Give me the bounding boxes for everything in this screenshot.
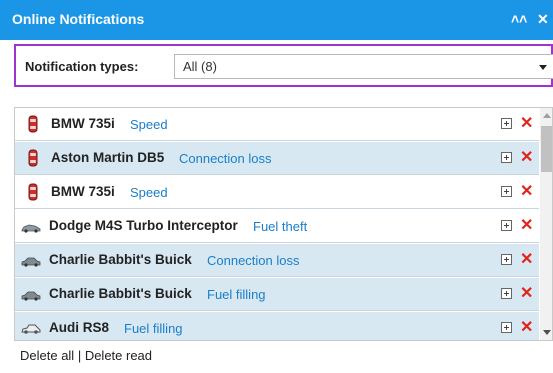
delete-x-icon[interactable]: ✕: [520, 149, 533, 167]
delete-read-link[interactable]: Delete read: [85, 348, 152, 363]
close-icon[interactable]: ✕: [537, 11, 549, 27]
event-type: Connection loss: [207, 253, 300, 268]
notifications-window: Online Notifications ˄˄ ✕ Notification t…: [0, 0, 553, 373]
delete-x-icon[interactable]: ✕: [520, 115, 533, 133]
event-type: Connection loss: [179, 151, 272, 166]
double-chevron-up-icon[interactable]: ˄˄: [511, 11, 527, 27]
car-icon: [28, 115, 38, 133]
filter-label: Notification types:: [25, 59, 139, 74]
expand-plus-icon[interactable]: [501, 152, 512, 163]
sedan-icon: [21, 289, 41, 305]
car-icon: [28, 149, 38, 167]
vehicle-name: Audi RS8: [49, 320, 110, 335]
notification-row[interactable]: Dodge M4S Turbo Interceptor Fuel theft ✕: [15, 210, 539, 243]
notification-list: Audi RS8 Fuel filling ✕ Charlie Babbit's Bu…: [14, 107, 553, 341]
scrollbar-thumb[interactable]: [541, 126, 552, 172]
event-type: Fuel theft: [253, 219, 308, 234]
event-type: Fuel filling: [207, 287, 266, 302]
notification-row[interactable]: Charlie Babbit's Buick Fuel filling ✕: [15, 278, 539, 311]
expand-plus-icon[interactable]: [501, 118, 512, 129]
expand-plus-icon[interactable]: [501, 186, 512, 197]
notification-type-filter: Notification types: All (8): [14, 44, 553, 87]
delete-x-icon[interactable]: ✕: [520, 251, 533, 269]
scroll-up-arrow-icon[interactable]: [543, 113, 551, 118]
footer-actions: Delete all | Delete read: [20, 348, 152, 363]
notification-row[interactable]: Audi RS8 Fuel filling ✕: [15, 312, 539, 340]
vehicle-name: Charlie Babbit's Buick: [49, 286, 192, 301]
expand-plus-icon[interactable]: [501, 322, 512, 333]
sports-car-icon: [21, 221, 41, 237]
expand-plus-icon[interactable]: [501, 288, 512, 299]
vehicle-name: Charlie Babbit's Buick: [49, 252, 192, 267]
title-bar: Online Notifications ˄˄ ✕: [0, 0, 553, 40]
delete-all-link[interactable]: Delete all: [20, 348, 74, 363]
vehicle-name: BMW 735i: [51, 184, 115, 199]
delete-x-icon[interactable]: ✕: [520, 319, 533, 337]
vehicle-name: BMW 735i: [51, 116, 115, 131]
event-type: Speed: [130, 117, 168, 132]
expand-plus-icon[interactable]: [501, 254, 512, 265]
notification-type-select[interactable]: All (8): [174, 54, 553, 79]
notification-row[interactable]: BMW 735i Speed ✕: [15, 176, 539, 209]
window-title: Online Notifications: [12, 11, 145, 27]
expand-plus-icon[interactable]: [501, 220, 512, 231]
vehicle-name: Aston Martin DB5: [51, 150, 165, 165]
caret-down-icon: [539, 65, 547, 70]
notification-row[interactable]: BMW 735i Speed ✕: [15, 108, 539, 141]
footer-separator: |: [74, 348, 85, 363]
event-type: Speed: [130, 185, 168, 200]
scroll-down-arrow-icon[interactable]: [543, 330, 551, 335]
delete-x-icon[interactable]: ✕: [520, 183, 533, 201]
vehicle-name: Dodge M4S Turbo Interceptor: [49, 218, 238, 233]
notification-row[interactable]: Charlie Babbit's Buick Connection loss ✕: [15, 244, 539, 277]
car-icon: [28, 183, 38, 201]
coupe-icon: [21, 323, 41, 339]
notification-row[interactable]: Aston Martin DB5 Connection loss ✕: [15, 142, 539, 175]
event-type: Fuel filling: [124, 321, 183, 336]
sedan-icon: [21, 255, 41, 271]
filter-selected-value: All (8): [183, 59, 217, 74]
list-scrollbar[interactable]: [540, 108, 552, 340]
delete-x-icon[interactable]: ✕: [520, 285, 533, 303]
delete-x-icon[interactable]: ✕: [520, 217, 533, 235]
